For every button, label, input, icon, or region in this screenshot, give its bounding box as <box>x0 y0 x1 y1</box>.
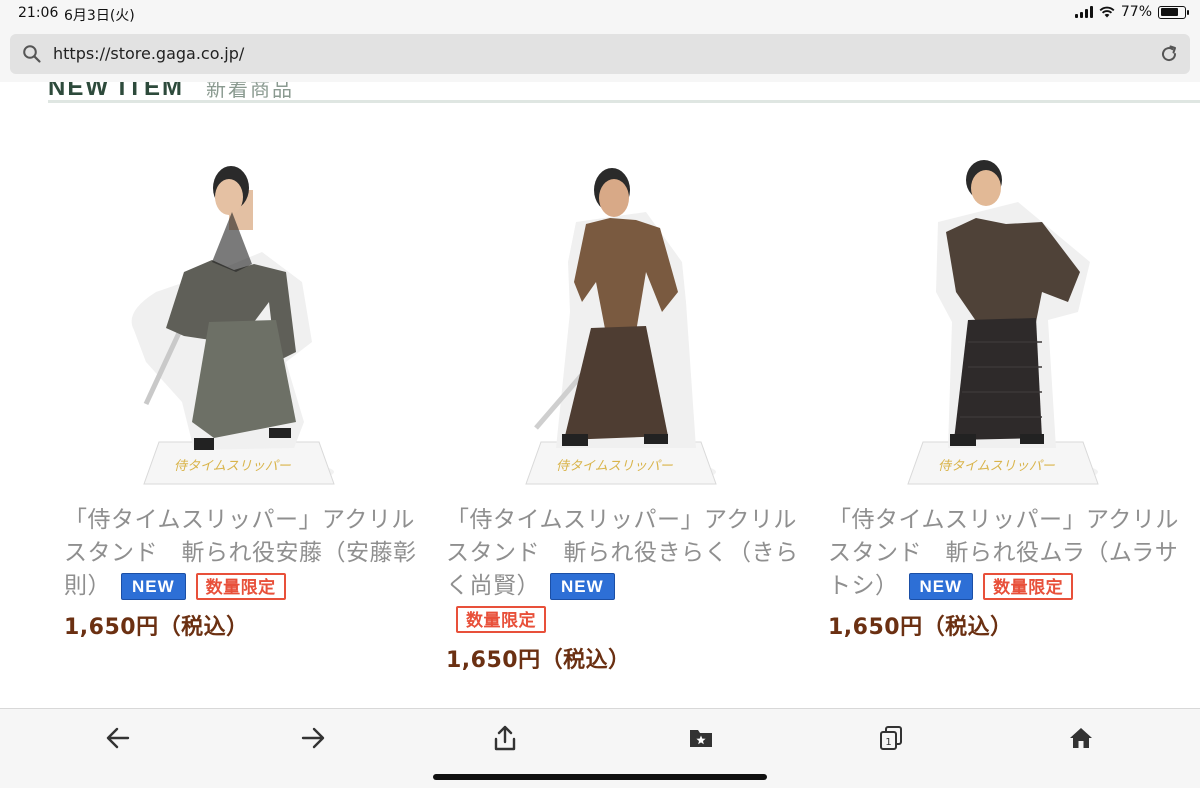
browser-address-area: https://store.gaga.co.jp/ <box>0 28 1200 82</box>
back-button[interactable] <box>101 721 135 755</box>
product-card[interactable]: 侍タイムスリッパー 「侍タイムスリッパー」アクリルスタンド 斬られ役きらく（きら… <box>446 152 806 674</box>
limited-badge: 数量限定 <box>456 606 546 633</box>
battery-percent: 77% <box>1120 4 1152 20</box>
forward-arrow-icon <box>301 727 325 749</box>
address-bar[interactable]: https://store.gaga.co.jp/ <box>10 34 1190 74</box>
svg-text:侍タイムスリッパー: 侍タイムスリッパー <box>174 459 292 474</box>
home-icon <box>1070 728 1092 748</box>
bookmark-folder-star-icon <box>690 730 712 747</box>
back-arrow-icon <box>106 727 130 749</box>
new-badge: NEW <box>908 573 974 600</box>
svg-text:侍タイムスリッパー: 侍タイムスリッパー <box>556 459 674 474</box>
status-bar: 21:06 6月3日(火) 77% <box>0 0 1200 28</box>
share-icon <box>494 725 516 751</box>
section-header: NEW ITEM 新着商品 <box>48 82 294 102</box>
battery-icon <box>1158 5 1189 19</box>
new-badge: NEW <box>550 573 615 600</box>
battery-level-fill <box>1160 8 1179 16</box>
share-button[interactable] <box>488 721 522 755</box>
product-price: 1,650円（税込） <box>64 615 249 640</box>
wifi-icon <box>1099 6 1115 18</box>
browser-toolbar: 1 <box>0 708 1200 788</box>
page-content: NEW ITEM 新着商品 侍タイムスリッパー 「侍タイムスリッパー」アクリルス… <box>0 82 1200 708</box>
acrylic-stand-figure: 侍タイムスリッパー <box>907 160 1099 485</box>
product-title-text[interactable]: 「侍タイムスリッパー」アクリルスタンド 斬られ役きらく（きらく尚賢） <box>446 507 799 599</box>
status-date: 6月3日(火) <box>64 8 135 24</box>
product-title[interactable]: 「侍タイムスリッパー」アクリルスタンド 斬られ役安藤（安藤彰則） NEW 数量限定 <box>64 504 424 603</box>
new-badge: NEW <box>121 573 186 600</box>
product-price: 1,650円（税込） <box>446 648 631 673</box>
tabs-count: 1 <box>885 737 891 748</box>
search-icon <box>23 45 41 63</box>
product-card[interactable]: 侍タイムスリッパー 「侍タイムスリッパー」アクリルスタンド 斬られ役ムラ（ムラサ… <box>828 152 1188 641</box>
forward-button[interactable] <box>296 721 330 755</box>
acrylic-stand-figure: 侍タイムスリッパー <box>525 168 717 485</box>
section-title: NEW ITEM <box>48 82 184 101</box>
bookmarks-button[interactable] <box>684 721 718 755</box>
tabs-icon: 1 <box>880 726 902 750</box>
product-title[interactable]: 「侍タイムスリッパー」アクリルスタンド 斬られ役ムラ（ムラサトシ） NEW 数量限定 <box>828 504 1188 603</box>
product-image[interactable]: 侍タイムスリッパー <box>828 152 1188 492</box>
product-title[interactable]: 「侍タイムスリッパー」アクリルスタンド 斬られ役きらく（きらく尚賢） NEW 数量限… <box>446 504 806 636</box>
status-indicators: 77% <box>1074 4 1189 20</box>
home-indicator <box>433 774 767 780</box>
tabs-button[interactable]: 1 <box>874 721 908 755</box>
section-subtitle: 新着商品 <box>206 82 294 101</box>
product-price: 1,650円（税込） <box>828 615 1013 640</box>
cellular-signal-icon <box>1074 6 1093 18</box>
section-divider <box>48 100 1200 103</box>
limited-badge: 数量限定 <box>983 573 1074 600</box>
home-button[interactable] <box>1064 721 1098 755</box>
limited-badge: 数量限定 <box>195 573 286 600</box>
status-time: 21:06 <box>18 5 59 21</box>
acrylic-stand-figure: 侍タイムスリッパー <box>131 166 335 485</box>
product-card[interactable]: 侍タイムスリッパー 「侍タイムスリッパー」アクリルスタンド 斬られ役安藤（安藤彰… <box>64 152 424 641</box>
svg-text:侍タイムスリッパー: 侍タイムスリッパー <box>938 459 1056 474</box>
product-image[interactable]: 侍タイムスリッパー <box>446 152 806 492</box>
reload-icon[interactable] <box>1158 43 1180 65</box>
url-text[interactable]: https://store.gaga.co.jp/ <box>53 44 244 63</box>
product-image[interactable]: 侍タイムスリッパー <box>64 152 424 492</box>
